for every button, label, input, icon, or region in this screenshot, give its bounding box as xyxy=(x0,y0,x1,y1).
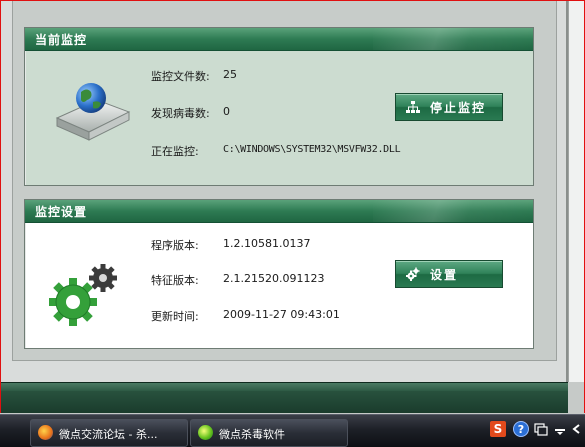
language-bar-icon[interactable] xyxy=(533,421,549,437)
signature-version-label: 特征版本: xyxy=(151,274,199,287)
options-icon[interactable] xyxy=(552,421,568,437)
stop-monitor-button[interactable]: 停止监控 xyxy=(395,93,503,121)
current-monitor-group: 当前监控 监控文件数: 25 发现病毒数: 0 正在监控: C:\WINDOWS… xyxy=(24,27,534,186)
taskbar-item-forum-label: 微点交流论坛 - 杀... xyxy=(59,428,158,441)
settings-button[interactable]: 设置 xyxy=(395,260,503,288)
gears-icon xyxy=(47,260,131,330)
files-label: 监控文件数: xyxy=(151,70,210,83)
taskbar-item-forum[interactable]: 微点交流论坛 - 杀... xyxy=(30,419,188,447)
monitor-settings-header: 监控设置 xyxy=(25,200,533,223)
program-version-value: 1.2.10581.0137 xyxy=(223,237,311,250)
micropoint-icon xyxy=(198,425,213,440)
globe-drive-icon xyxy=(51,72,133,142)
files-value: 25 xyxy=(223,68,237,81)
window-edge xyxy=(568,0,585,382)
gear-icon xyxy=(406,267,420,281)
program-version-label: 程序版本: xyxy=(151,239,199,252)
update-time-value: 2009-11-27 09:43:01 xyxy=(223,308,340,321)
network-icon xyxy=(406,101,420,113)
collapse-icon[interactable] xyxy=(570,421,585,437)
taskbar-item-micropoint-label: 微点杀毒软件 xyxy=(219,428,285,441)
window-bottom-bar xyxy=(0,382,568,413)
stop-monitor-label: 停止监控 xyxy=(430,101,487,115)
current-label: 正在监控: xyxy=(151,145,199,158)
monitor-settings-group: 监控设置 程序版本: 1.2.10581.0137 特征版本: 2.1.2152… xyxy=(24,199,534,349)
virus-label: 发现病毒数: xyxy=(151,107,210,120)
update-time-label: 更新时间: xyxy=(151,310,199,323)
help-icon[interactable]: ? xyxy=(513,421,529,437)
current-monitor-header: 当前监控 xyxy=(25,28,533,51)
monitor-settings-title: 监控设置 xyxy=(35,205,88,219)
virus-value: 0 xyxy=(223,105,230,118)
firefox-icon xyxy=(38,425,53,440)
current-monitor-title: 当前监控 xyxy=(35,33,88,47)
signature-version-value: 2.1.21520.091123 xyxy=(223,272,325,285)
sogou-s-icon[interactable]: S xyxy=(490,421,506,437)
taskbar-item-micropoint[interactable]: 微点杀毒软件 xyxy=(190,419,348,447)
settings-button-label: 设置 xyxy=(430,268,459,282)
current-path: C:\WINDOWS\SYSTEM32\MSVFW32.DLL xyxy=(223,144,401,155)
